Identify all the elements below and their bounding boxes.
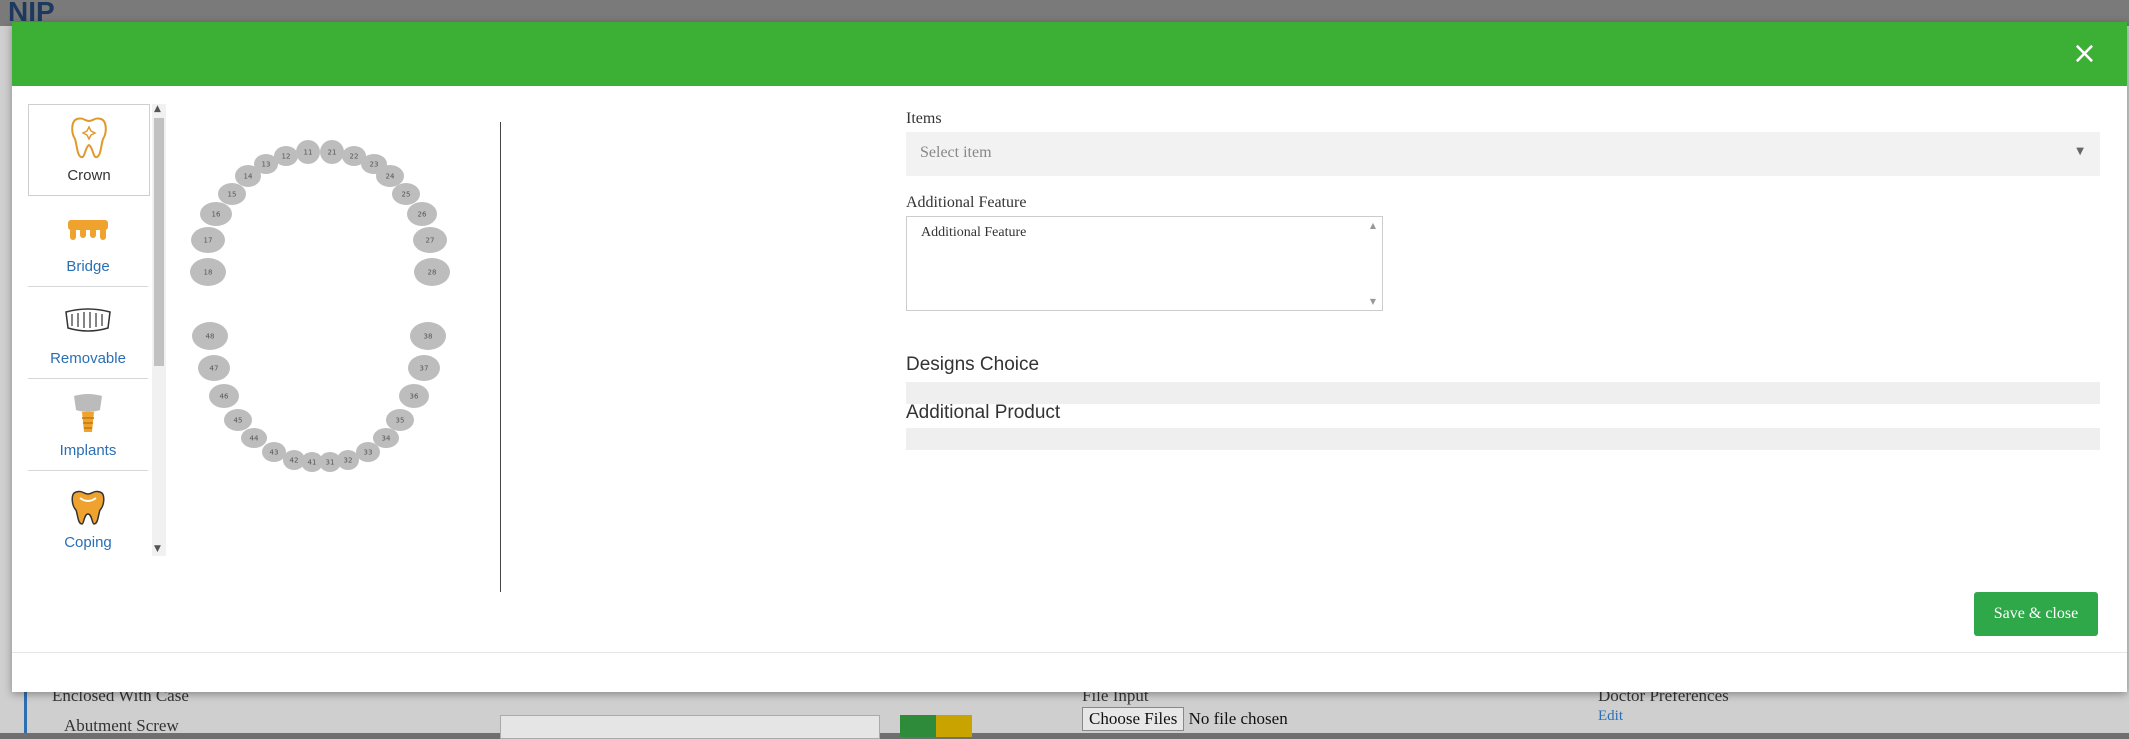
- background-yellow-button[interactable]: [936, 715, 972, 737]
- background-green-button[interactable]: [900, 715, 936, 737]
- designs-choice-area: [906, 382, 2100, 404]
- abutment-screw-label: Abutment Screw: [64, 716, 179, 735]
- category-coping[interactable]: Coping: [28, 472, 148, 556]
- tooth-number: 48: [206, 333, 215, 341]
- tooth-number: 26: [418, 211, 427, 219]
- tooth-number: 31: [326, 459, 335, 467]
- chevron-down-icon: ▼: [2076, 146, 2084, 157]
- tooth-number: 43: [270, 449, 279, 457]
- tooth-number: 47: [210, 365, 219, 373]
- crown-icon: [71, 117, 107, 159]
- tooth-number: 38: [424, 333, 433, 341]
- tooth-number: 27: [426, 237, 435, 245]
- background-input[interactable]: [500, 715, 880, 739]
- tooth-number: 45: [234, 417, 243, 425]
- category-list: Crown Bridge Removable Implants Coping: [28, 104, 168, 556]
- category-crown[interactable]: Crown: [28, 104, 150, 196]
- category-label: Implants: [59, 442, 117, 459]
- additional-feature-label: Additional Feature: [906, 194, 1027, 211]
- tooth-number: 32: [344, 457, 353, 465]
- category-label: Crown: [67, 167, 111, 184]
- tooth-number: 18: [204, 269, 213, 277]
- modal-footer-divider: [12, 652, 2127, 653]
- tooth-number: 16: [212, 211, 221, 219]
- additional-feature-textarea[interactable]: Additional Feature ▲ ▼: [906, 216, 1383, 311]
- items-label: Items: [906, 110, 942, 127]
- coping-icon: [71, 490, 105, 525]
- category-label: Removable: [50, 350, 126, 367]
- designs-choice-title: Designs Choice: [906, 354, 1040, 375]
- category-implants[interactable]: Implants: [28, 380, 148, 471]
- additional-feature-value: Additional Feature: [921, 225, 1027, 240]
- save-close-button[interactable]: Save & close: [1974, 592, 2098, 636]
- tooth-number: 22: [350, 153, 359, 161]
- tooth-number: 44: [250, 435, 259, 443]
- tooth-number: 34: [382, 435, 391, 443]
- tooth-number: 46: [220, 393, 229, 401]
- removable-icon: [65, 308, 111, 332]
- choose-files-button[interactable]: Choose Files: [1082, 707, 1185, 731]
- category-bridge[interactable]: Bridge: [28, 196, 148, 287]
- divider-line: [500, 122, 501, 592]
- tooth-number: 24: [386, 173, 395, 181]
- tooth-number: 41: [308, 459, 317, 467]
- no-file-chosen-text: No file chosen: [1188, 709, 1288, 728]
- tooth-number: 33: [364, 449, 373, 457]
- scroll-up-icon[interactable]: ▲: [1370, 221, 1376, 230]
- file-input[interactable]: Choose Files No file chosen: [1082, 707, 1288, 731]
- scroll-up-icon[interactable]: ▲: [154, 104, 161, 114]
- category-scrollbar[interactable]: ▲ ▼: [152, 104, 166, 556]
- tooth-number: 15: [228, 191, 237, 199]
- category-removable[interactable]: Removable: [28, 288, 148, 379]
- tooth-number: 12: [282, 153, 291, 161]
- tooth-number: 37: [420, 365, 429, 373]
- scrollbar-thumb[interactable]: [154, 118, 164, 366]
- tooth-number: 11: [304, 149, 313, 157]
- tooth-number: 13: [262, 161, 271, 169]
- tooth-number: 36: [410, 393, 419, 401]
- tooth-number: 14: [244, 173, 253, 181]
- bridge-icon: [68, 220, 108, 240]
- tooth-number: 25: [402, 191, 411, 199]
- scroll-down-icon[interactable]: ▼: [1370, 297, 1376, 306]
- items-select[interactable]: Select item ▼: [906, 132, 2100, 176]
- tooth-number: 28: [428, 269, 437, 277]
- scroll-down-icon[interactable]: ▼: [154, 544, 161, 554]
- tooth-number: 23: [370, 161, 379, 169]
- additional-product-title: Additional Product: [906, 402, 1061, 423]
- tooth-chart: 18 17 16 15 14 13 12 11 21 22 23 24 25 26 27 28 48 47 46 4…: [190, 140, 450, 472]
- edit-link[interactable]: Edit: [1598, 708, 1623, 725]
- case-item-modal: × Crown Bridge Removable Implants Coping…: [12, 22, 2127, 692]
- tooth-number: 35: [396, 417, 405, 425]
- category-label: Bridge: [66, 258, 110, 275]
- modal-header: ×: [12, 22, 2127, 86]
- tooth-number: 17: [204, 237, 213, 245]
- implant-icon: [74, 394, 102, 432]
- additional-product-area: [906, 428, 2100, 450]
- tooth-number: 42: [290, 457, 299, 465]
- items-placeholder: Select item: [920, 144, 992, 161]
- close-icon[interactable]: ×: [2072, 36, 2097, 71]
- tooth-number: 21: [328, 149, 337, 157]
- category-label: Coping: [64, 534, 112, 551]
